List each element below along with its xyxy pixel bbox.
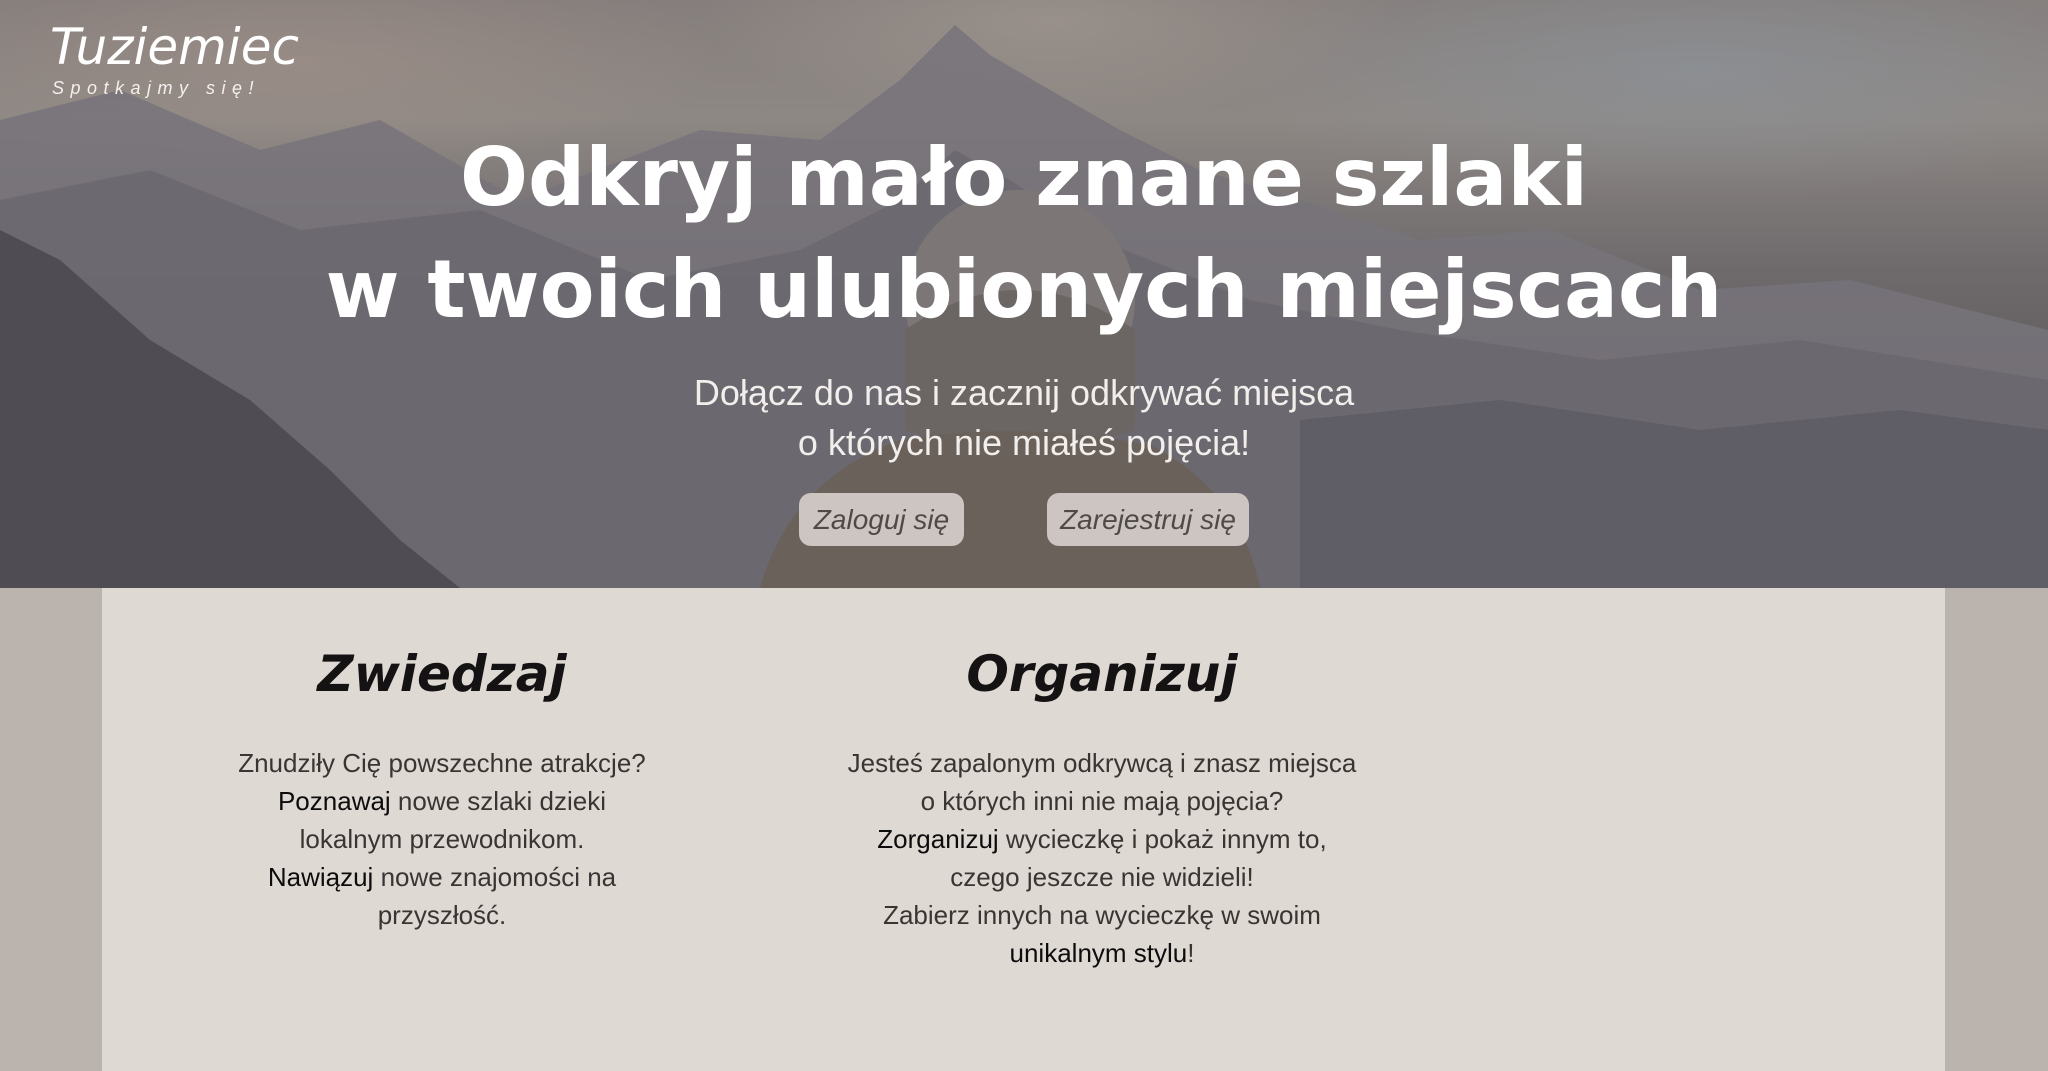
register-button[interactable]: Zarejestruj się: [1047, 493, 1249, 546]
logo-tagline: Spotkajmy się!: [52, 78, 261, 98]
logo-title: Tuziemiec: [50, 18, 299, 76]
hero-subtitle: Dołącz do nas i zacznij odkrywać miejsca…: [0, 368, 2048, 468]
explore-description: Znudziły Cię powszechne atrakcje? Poznaw…: [92, 744, 792, 934]
organize-line-3: wycieczkę i pokaż innym to,: [998, 824, 1327, 854]
organize-keyword-unikalnym-stylu: unikalnym stylu: [1009, 938, 1188, 968]
organize-feature: Organizuj Jesteś zapalonym odkrywcą i zn…: [722, 638, 1482, 972]
organize-line-2: o których inni nie mają pojęcia?: [920, 786, 1284, 816]
explore-line-2: nowe szlaki dzieki: [390, 786, 607, 816]
explore-line-5: przyszłość.: [377, 900, 507, 930]
features-section: Zwiedzaj Znudziły Cię powszechne atrakcj…: [102, 588, 1945, 1071]
explore-line-4: nowe znajomości na: [373, 862, 617, 892]
organize-line-5: Zabierz innych na wycieczkę w swoim: [883, 900, 1321, 930]
explore-line-1: Znudziły Cię powszechne atrakcje?: [238, 748, 646, 778]
organize-line-4: czego jeszcze nie widzieli!: [950, 862, 1254, 892]
explore-keyword-nawiazuj: Nawiązuj: [267, 862, 374, 892]
login-button[interactable]: Zaloguj się: [799, 493, 964, 546]
hero-subtitle-line-1: Dołącz do nas i zacznij odkrywać miejsca: [693, 372, 1355, 413]
hero-subtitle-line-2: o których nie miałeś pojęcia!: [797, 422, 1251, 463]
organize-keyword-zorganizuj: Zorganizuj: [877, 824, 999, 854]
hero-heading-line-2: w twoich ulubionych miejscach: [325, 243, 1723, 336]
site-logo[interactable]: Tuziemiec Spotkajmy się!: [50, 14, 299, 99]
organize-title: Organizuj: [966, 645, 1238, 703]
explore-title: Zwiedzaj: [317, 645, 567, 703]
hero-heading-line-1: Odkryj mało znane szlaki: [460, 131, 1588, 224]
explore-feature: Zwiedzaj Znudziły Cię powszechne atrakcj…: [92, 638, 792, 934]
organize-line-6: !: [1187, 938, 1195, 968]
hero-heading: Odkryj mało znane szlaki w twoich ulubio…: [0, 122, 2048, 346]
hero-section: Tuziemiec Spotkajmy się! Odkryj mało zna…: [0, 0, 2048, 588]
explore-keyword-poznawaj: Poznawaj: [277, 786, 391, 816]
organize-line-1: Jesteś zapalonym odkrywcą i znasz miejsc…: [847, 748, 1357, 778]
organize-description: Jesteś zapalonym odkrywcą i znasz miejsc…: [722, 744, 1482, 972]
explore-line-3: lokalnym przewodnikom.: [299, 824, 585, 854]
